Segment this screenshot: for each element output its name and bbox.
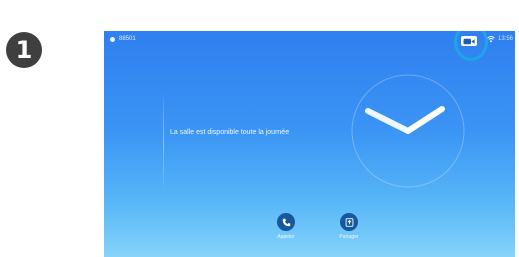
availability-text: La salle est disponible toute la journée <box>170 129 290 136</box>
divider <box>163 91 164 191</box>
phone-icon <box>282 218 290 226</box>
share-label: Partager <box>339 234 359 240</box>
page: 1 88501 13:56 La salle est disponible to… <box>0 0 519 257</box>
share-action[interactable]: Partager <box>329 213 369 240</box>
device-screen: 88501 13:56 La salle est disponible tout… <box>104 31 515 257</box>
share-screen-icon <box>345 217 353 227</box>
call-label: Appeler <box>277 234 295 240</box>
status-bar-left: 88501 <box>110 35 136 43</box>
wifi-icon <box>487 36 495 43</box>
call-button[interactable] <box>277 213 295 231</box>
call-action[interactable]: Appeler <box>266 213 306 240</box>
step-number-badge: 1 <box>6 32 42 68</box>
highlight-circle <box>454 31 488 61</box>
status-time: 13:56 <box>498 36 514 42</box>
analog-clock-icon <box>351 74 465 188</box>
system-name: 88501 <box>119 36 136 42</box>
share-button[interactable] <box>340 213 358 231</box>
status-indicator-icon <box>110 36 115 42</box>
